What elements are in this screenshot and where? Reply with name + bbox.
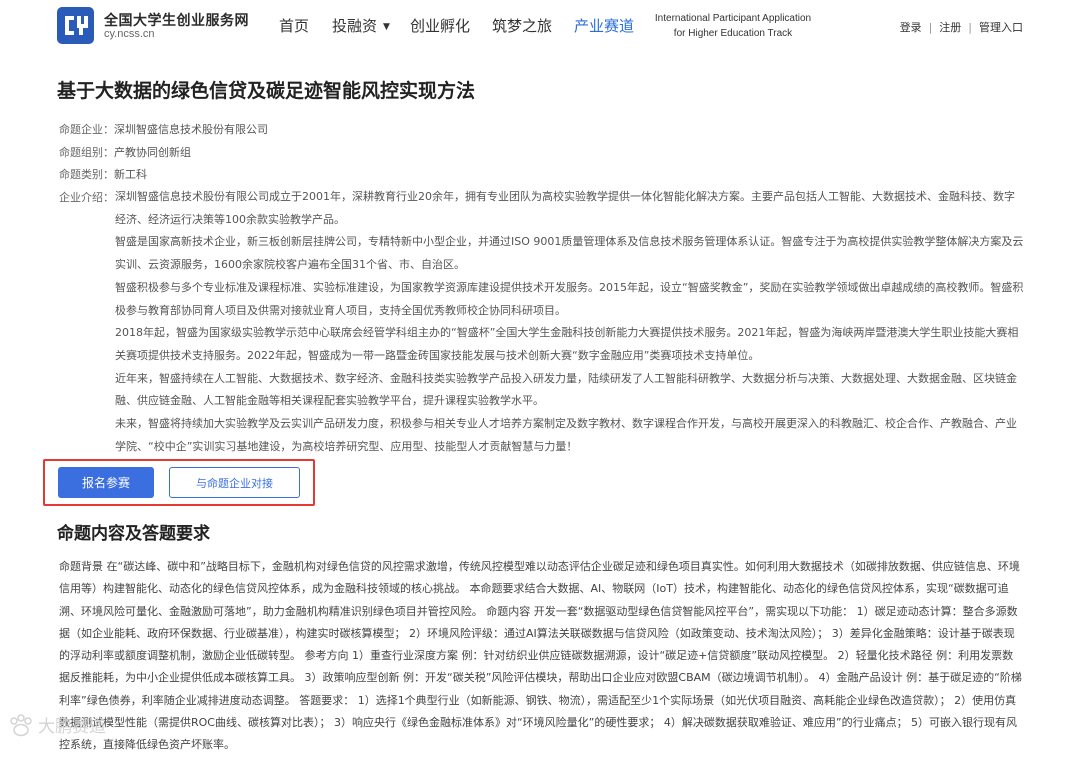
account-links: 登录 | 注册 | 管理入口 <box>900 19 1023 35</box>
register-link[interactable]: 注册 <box>939 21 961 34</box>
meta-category-value: 新工科 <box>114 168 147 181</box>
login-link[interactable]: 登录 <box>900 21 922 34</box>
divider: | <box>968 21 972 34</box>
intro-paragraph: 2018年起，智盛为国家级实验教学示范中心联席会经管学科组主办的“智盛杯”全国大… <box>115 326 1019 362</box>
nav-incubation[interactable]: 创业孵化 <box>410 15 470 36</box>
company-intro: 深圳智盛信息技术股份有限公司成立于2001年，深耕教育行业20余年，拥有专业团队… <box>115 186 1025 458</box>
nav-industry-track[interactable]: 产业赛道 <box>574 15 634 36</box>
meta-group-label: 命题组别： <box>59 146 114 159</box>
divider: | <box>928 21 933 34</box>
page-title: 基于大数据的绿色信贷及碳足迹智能风控实现方法 <box>57 80 476 102</box>
admin-link[interactable]: 管理入口 <box>979 21 1023 34</box>
section-body: 命题背景 在“碳达峰、碳中和”战略目标下，金融机构对绿色信贷的风控需求激增，传统… <box>59 560 1022 752</box>
intl-line-2: for Higher Education Track <box>673 28 793 39</box>
watermark-text: 大鹏赛道 <box>38 717 106 737</box>
nav-home[interactable]: 首页 <box>279 15 309 36</box>
intro-paragraph: 未来，智盛将持续加大实验教学及云实训产品研发力度，积极参与相关专业人才培养方案制… <box>115 417 1017 453</box>
meta-company: 命题企业：深圳智盛信息技术股份有限公司 <box>59 121 268 137</box>
nav-investment[interactable]: 投融资 ▼ <box>332 15 390 36</box>
meta-company-label: 命题企业： <box>59 123 114 136</box>
caret-down-icon: ▼ <box>383 22 390 32</box>
meta-company-value: 深圳智盛信息技术股份有限公司 <box>114 123 268 136</box>
section-title: 命题内容及答题要求 <box>57 524 210 544</box>
cy-logo-icon[interactable] <box>57 7 94 44</box>
paw-logo-icon <box>10 714 32 737</box>
site-name[interactable]: 全国大学生创业服务网 <box>104 10 249 30</box>
watermark: 大鹏赛道 <box>8 712 106 738</box>
intro-paragraph: 智盛是国家高新技术企业，新三板创新层挂牌公司，专精特新中小型企业，并通过ISO … <box>115 235 1024 272</box>
register-contest-button[interactable]: 报名参赛 <box>58 467 154 498</box>
intro-label: 企业介绍： <box>59 191 114 204</box>
intl-application-link[interactable]: International Participant Application fo… <box>645 11 821 41</box>
nav-investment-label: 投融资 <box>332 17 378 35</box>
intro-paragraph: 智盛积极参与多个专业标准及课程标准、实验标准建设，为国家教学资源库建设提供技术开… <box>115 280 1024 317</box>
site-header: 全国大学生创业服务网 cy.ncss.cn 首页 投融资 ▼ 创业孵化 筑梦之旅 … <box>0 0 1080 52</box>
meta-group-value: 产教协同创新组 <box>114 146 191 159</box>
meta-group: 命题组别：产教协同创新组 <box>59 144 191 160</box>
site-domain: cy.ncss.cn <box>104 28 155 40</box>
meta-category-label: 命题类别： <box>59 168 114 181</box>
intl-line-1: International Participant Application <box>654 13 812 24</box>
meta-category: 命题类别：新工科 <box>59 166 147 182</box>
contact-company-button[interactable]: 与命题企业对接 <box>169 467 300 498</box>
nav-dream-journey[interactable]: 筑梦之旅 <box>492 15 552 36</box>
intro-paragraph: 近年来，智盛持续在人工智能、大数据技术、数字经济、金融科技类实验教学产品投入研发… <box>115 371 1017 408</box>
intro-paragraph: 深圳智盛信息技术股份有限公司成立于2001年，深耕教育行业20余年，拥有专业团队… <box>115 190 1015 226</box>
